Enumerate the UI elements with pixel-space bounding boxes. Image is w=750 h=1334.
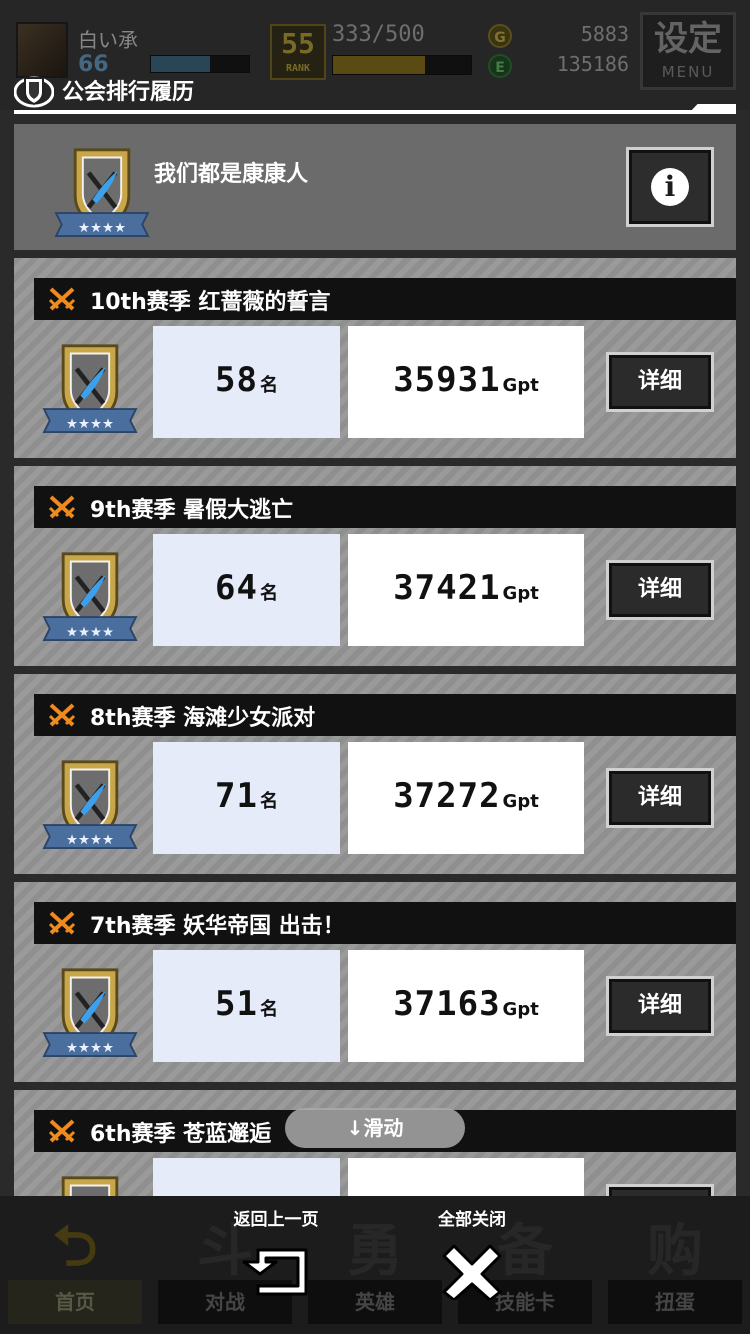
bottom-nav: ⮌ 首页 斗 对战 勇 英雄 备 技能卡 购 扭蛋 [0,1196,750,1334]
crossed-swords-icon [48,495,76,519]
points-unit: Gpt [502,791,539,812]
guild-emblem-icon [38,966,142,1058]
guild-name: 我们都是康康人 [154,162,309,187]
season-points: 37163 Gpt [348,950,584,1062]
points-value: 37421 [393,568,501,608]
return-arrow-icon [242,1248,308,1296]
season-header: 9th赛季 暑假大逃亡 [34,486,736,528]
season-header: 8th赛季 海滩少女派对 [34,694,736,736]
panel-header: 公会排行履历 [0,68,750,112]
detail-button[interactable]: 详细 [606,768,714,828]
close-all-button[interactable]: 全部关闭 [392,1208,552,1318]
guild-info-button[interactable]: i [626,147,714,227]
guild-shield-icon [14,76,54,108]
points-value: 37272 [393,776,501,816]
season-title: 7th赛季 妖华帝国 出击！ [90,914,345,939]
season-title: 6th赛季 苍蓝邂逅 [90,1122,272,1147]
page-title: 公会排行履历 [62,80,195,105]
crossed-swords-icon [48,287,76,311]
season-rank: 71 名 [153,742,340,854]
back-button[interactable]: 返回上一页 [196,1208,356,1318]
close-icon [442,1244,502,1300]
guild-info-card: 我们都是康康人 i [14,124,736,250]
rank-value: 71 [215,776,258,816]
detail-button[interactable] [606,1184,714,1196]
season-rank: 64 名 [153,534,340,646]
detail-button[interactable]: 详细 [606,560,714,620]
guild-emblem-icon [38,1174,142,1196]
rank-value: 64 [215,568,258,608]
season-points: 37272 Gpt [348,742,584,854]
close-all-label: 全部关闭 [438,1210,506,1230]
season-title: 10th赛季 红蔷薇的誓言 [90,290,331,315]
scroll-hint: ↓滑动 [285,1108,465,1148]
rank-unit: 名 [259,583,278,604]
season-header: 10th赛季 红蔷薇的誓言 [34,278,736,320]
points-unit: Gpt [502,375,539,396]
season-title: 9th赛季 暑假大逃亡 [90,498,294,523]
season-points [348,1158,584,1196]
rank-unit: 名 [259,375,278,396]
season-header: 7th赛季 妖华帝国 出击！ [34,902,736,944]
rank-value: 51 [215,984,258,1024]
season-points: 35931 Gpt [348,326,584,438]
back-button-label: 返回上一页 [233,1210,319,1230]
points-unit: Gpt [502,999,539,1020]
season-rank: 58 名 [153,326,340,438]
points-unit: Gpt [502,583,539,604]
season-card: 9th赛季 暑假大逃亡 64 名 37421 Gpt 详细 [14,466,736,666]
detail-button[interactable]: 详细 [606,352,714,412]
season-card: 8th赛季 海滩少女派对 71 名 37272 Gpt 详细 [14,674,736,874]
title-underline [14,110,736,114]
season-rank [153,1158,340,1196]
guild-emblem-icon [38,758,142,850]
rank-unit: 名 [259,791,278,812]
rank-unit: 名 [259,999,278,1020]
rank-value: 58 [215,360,258,400]
crossed-swords-icon [48,703,76,727]
season-card: 7th赛季 妖华帝国 出击！ 51 名 37163 Gpt 详细 [14,882,736,1082]
points-value: 37163 [393,984,501,1024]
info-icon: i [651,168,689,206]
crossed-swords-icon [48,911,76,935]
season-points: 37421 Gpt [348,534,584,646]
guild-emblem-icon [38,342,142,434]
season-card: 10th赛季 红蔷薇的誓言 58 名 35931 Gpt 详细 [14,258,736,458]
crossed-swords-icon [48,1119,76,1143]
guild-emblem-icon [52,146,152,238]
season-title: 8th赛季 海滩少女派对 [90,706,316,731]
season-rank: 51 名 [153,950,340,1062]
points-value: 35931 [393,360,501,400]
guild-emblem-icon [38,550,142,642]
detail-button[interactable]: 详细 [606,976,714,1036]
